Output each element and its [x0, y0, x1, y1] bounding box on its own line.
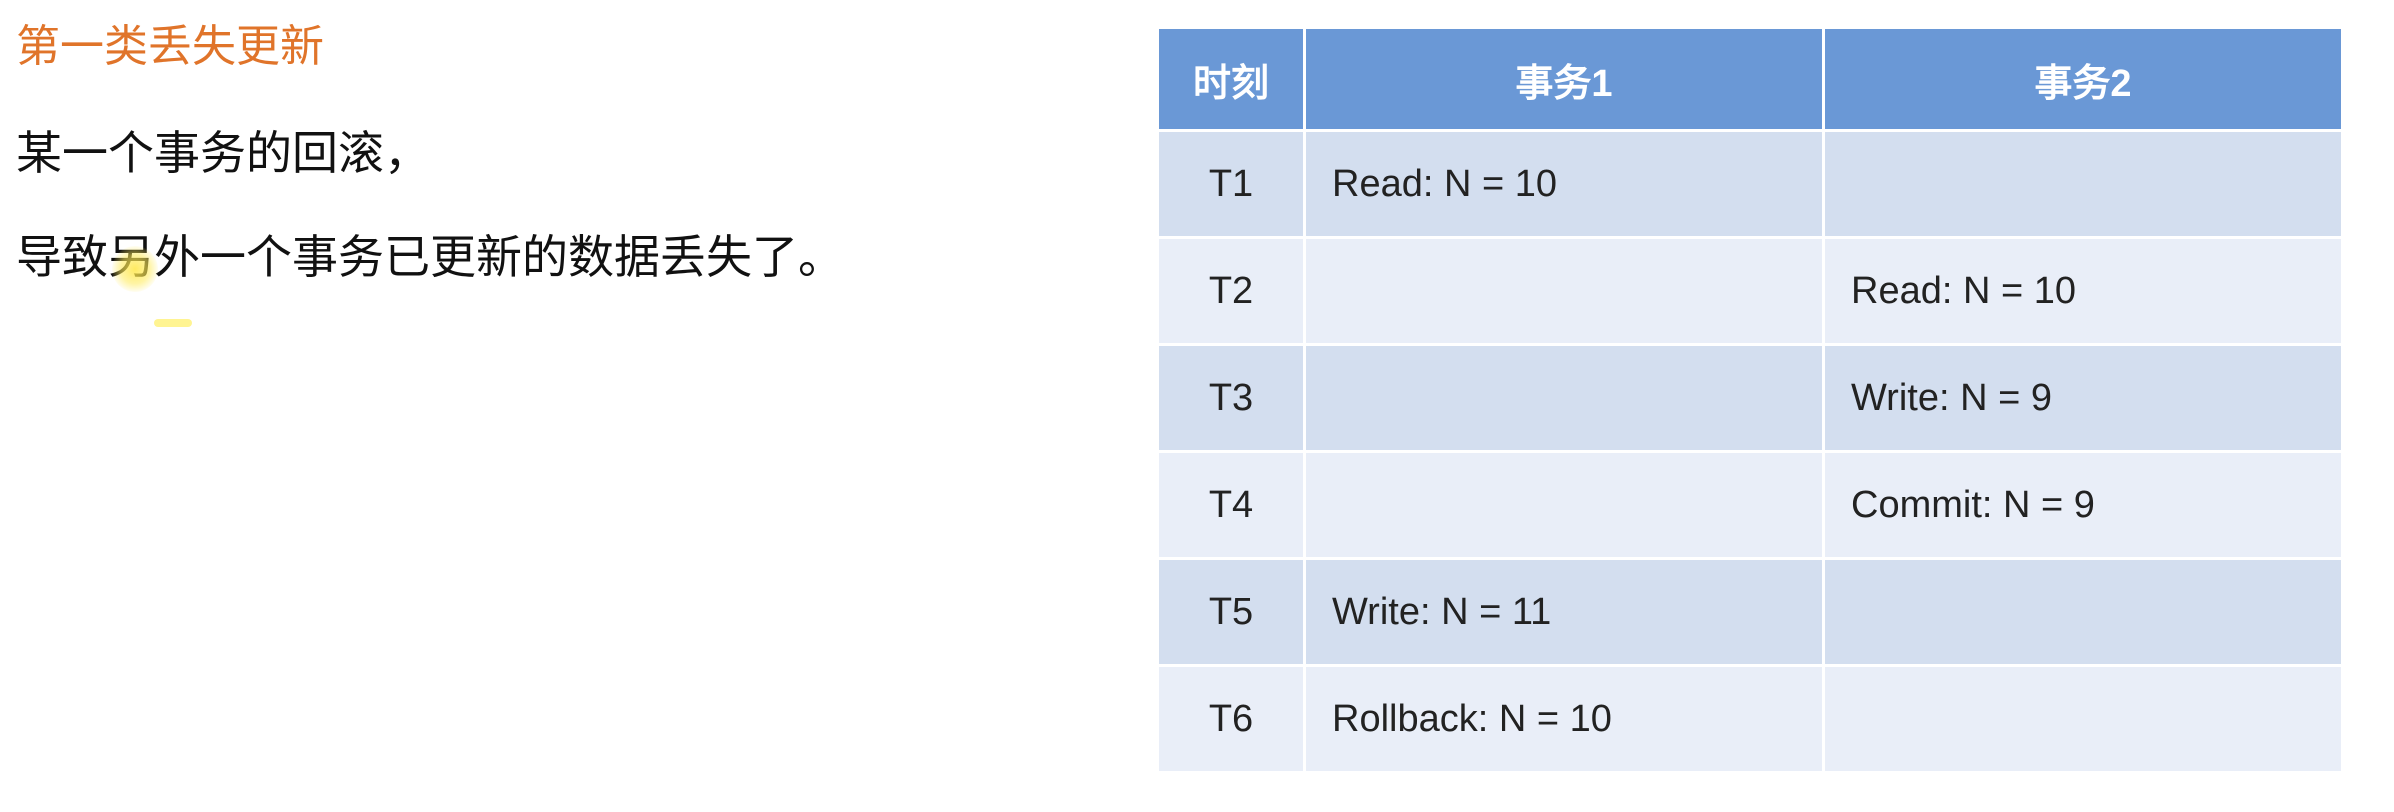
table-header-row: 时刻 事务1 事务2	[1159, 29, 2341, 129]
transaction-2-cell: Read: N = 10	[1825, 239, 2341, 343]
transaction-1-cell	[1306, 239, 1822, 343]
cursor-highlight-mark	[154, 319, 192, 327]
time-cell: T2	[1159, 239, 1303, 343]
cursor-highlight-icon	[112, 246, 158, 292]
time-cell: T6	[1159, 667, 1303, 771]
table-row: T3 Write: N = 9	[1159, 346, 2341, 450]
table-row: T1 Read: N = 10	[1159, 132, 2341, 236]
transaction-1-cell: Read: N = 10	[1306, 132, 1822, 236]
transaction-2-cell: Write: N = 9	[1825, 346, 2341, 450]
header-transaction-2: 事务2	[1825, 29, 2341, 129]
table-row: T6 Rollback: N = 10	[1159, 667, 2341, 771]
time-cell: T5	[1159, 560, 1303, 664]
section-title: 第一类丢失更新	[16, 21, 324, 72]
time-cell: T4	[1159, 453, 1303, 557]
paragraph-rollback: 某一个事务的回滚，	[16, 126, 430, 180]
table-row: T5 Write: N = 11	[1159, 560, 2341, 664]
transaction-1-cell: Write: N = 11	[1306, 560, 1822, 664]
table-row: T2 Read: N = 10	[1159, 239, 2341, 343]
header-transaction-1: 事务1	[1306, 29, 1822, 129]
transaction-2-cell	[1825, 132, 2341, 236]
transaction-1-cell	[1306, 346, 1822, 450]
header-time: 时刻	[1159, 29, 1303, 129]
transaction-1-cell: Rollback: N = 10	[1306, 667, 1822, 771]
transaction-timeline-table: 时刻 事务1 事务2 T1 Read: N = 10 T2 Read: N = …	[1156, 26, 2344, 774]
table-row: T4 Commit: N = 9	[1159, 453, 2341, 557]
time-cell: T3	[1159, 346, 1303, 450]
transaction-1-cell	[1306, 453, 1822, 557]
transaction-2-cell: Commit: N = 9	[1825, 453, 2341, 557]
transaction-2-cell	[1825, 560, 2341, 664]
time-cell: T1	[1159, 132, 1303, 236]
transaction-2-cell	[1825, 667, 2341, 771]
